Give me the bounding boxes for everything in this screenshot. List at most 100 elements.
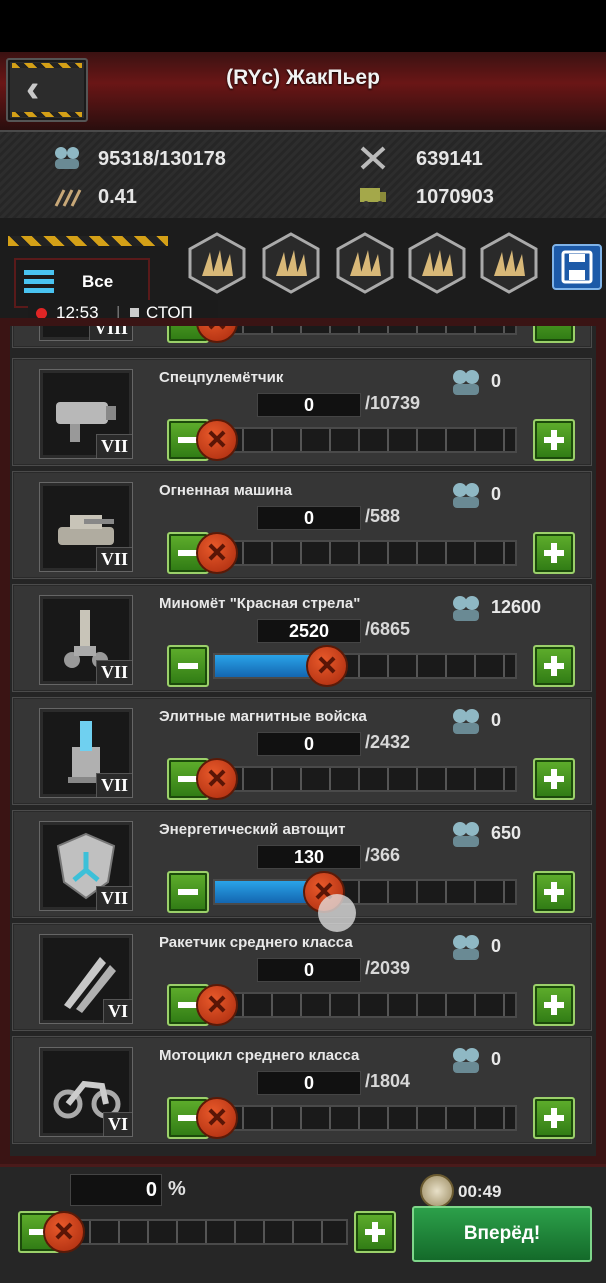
troops-icon [55,147,79,169]
troops-icon [453,596,479,621]
plus-icon [544,430,564,450]
plus-icon [544,769,564,789]
available-count: /366 [365,845,401,865]
hazard-stripe [8,236,168,246]
plus-icon [544,656,564,676]
increase-button[interactable] [533,645,575,687]
quantity-input[interactable]: 0 [257,958,361,982]
formation-slot-icon[interactable] [186,232,248,294]
quantity-input[interactable]: 0 [257,1071,361,1095]
slider-knob[interactable] [306,645,349,687]
decrease-button[interactable] [167,871,209,913]
list-item: VI Мотоцикл среднего класса 0/1804 0 [12,1036,592,1144]
header-bar [0,52,606,130]
unit-icon: VII [39,708,133,798]
march-timer: 00:49 [458,1182,502,1201]
crossed-swords-icon [360,146,386,170]
formation-slot-icon[interactable] [406,232,468,294]
quantity-input[interactable]: 2520 [257,619,361,643]
quantity-slider[interactable] [196,1097,517,1139]
unit-list[interactable]: VIII VII Спецпулемётчик 0/10739 0 VII Огненна… [10,326,596,1156]
attack-value: 639141 [416,148,483,170]
increase-button[interactable] [533,419,575,461]
unit-name: Огненная машина [159,482,293,499]
list-item: VII Огненная машина 0/588 0 [12,471,592,579]
increase-button[interactable] [533,758,575,800]
available-count: /2432 [365,732,411,752]
stop-icon [130,308,139,317]
unit-icon: VII [39,821,133,911]
back-button[interactable]: ‹‹ [6,58,88,122]
quantity-slider[interactable] [213,645,517,687]
touch-pointer [318,894,356,932]
formation-slot-icon[interactable] [334,232,396,294]
unit-name: Ракетчик среднего класса [159,934,353,951]
tier-badge: VII [95,547,132,571]
unit-power: 12600 [491,597,542,617]
quantity-slider[interactable] [196,984,517,1026]
minus-icon [178,663,198,669]
unit-name: Элитные магнитные войска [159,708,367,725]
plus-icon [544,995,564,1015]
slider-knob[interactable] [196,419,238,461]
quantity-slider[interactable] [213,871,517,913]
unit-icon: VII [39,595,133,685]
go-button[interactable]: Вперёд! [412,1206,592,1262]
speed-value: 0.41 [98,186,137,208]
increase-button[interactable] [533,326,575,343]
unit-power: 0 [491,710,502,730]
list-icon [24,270,54,296]
slider-knob[interactable] [43,1211,85,1253]
slider-knob[interactable] [196,984,238,1026]
page-title: (RYc) ЖакПьер [226,66,380,89]
slider-knob[interactable] [196,1097,238,1139]
available-count: /588 [365,506,401,526]
slider-knob[interactable] [196,758,238,800]
tier-badge: VII [95,773,132,797]
increase-button[interactable] [533,532,575,574]
tier-badge: VII [95,886,132,910]
quantity-slider[interactable] [196,532,517,574]
quantity-input[interactable]: 0 [257,506,361,530]
quantity-input[interactable]: 0 [257,393,361,417]
plus-icon [544,543,564,563]
quantity-input[interactable]: 130 [257,845,361,869]
plus-icon [365,1222,385,1242]
increase-button[interactable] [533,1097,575,1139]
quantity-slider[interactable] [196,419,517,461]
decrease-button[interactable] [167,645,209,687]
tier-badge: VI [102,999,132,1023]
load-value: 1070903 [416,186,494,208]
unit-power: 0 [491,371,502,391]
slider-knob[interactable] [196,532,238,574]
unit-icon: VI [39,1047,133,1137]
save-button[interactable] [552,244,602,290]
troops-icon [453,709,479,734]
percent-sign: % [168,1178,186,1200]
increase-percent-button[interactable] [354,1211,396,1253]
quantity-slider[interactable] [196,758,517,800]
tier-badge: VII [95,434,132,458]
list-item: VII Энергетический автощит 130/366 650 [12,810,592,918]
floppy-disk-icon [561,250,593,284]
percent-slider[interactable] [43,1211,348,1253]
formation-slot-icon[interactable] [260,232,322,294]
formation-slot-icon[interactable] [478,232,540,294]
troops-count: 95318/130178 [98,148,226,170]
unit-icon: VII [39,369,133,459]
unit-power: 650 [491,823,522,843]
quantity-slider[interactable] [196,326,517,343]
unit-icon: VIII [39,326,133,341]
hazard-stripe [12,112,82,117]
percent-input[interactable]: 0 [70,1174,162,1206]
troops-icon [453,370,479,395]
filter-label: Все [82,272,114,291]
unit-name: Миномёт "Красная стрела" [159,595,361,612]
available-count: /2039 [365,958,411,978]
quantity-input[interactable]: 0 [257,732,361,756]
increase-button[interactable] [533,984,575,1026]
troops-icon [453,1048,479,1073]
increase-button[interactable] [533,871,575,913]
plus-icon [544,1108,564,1128]
list-item: VIII [12,326,592,348]
